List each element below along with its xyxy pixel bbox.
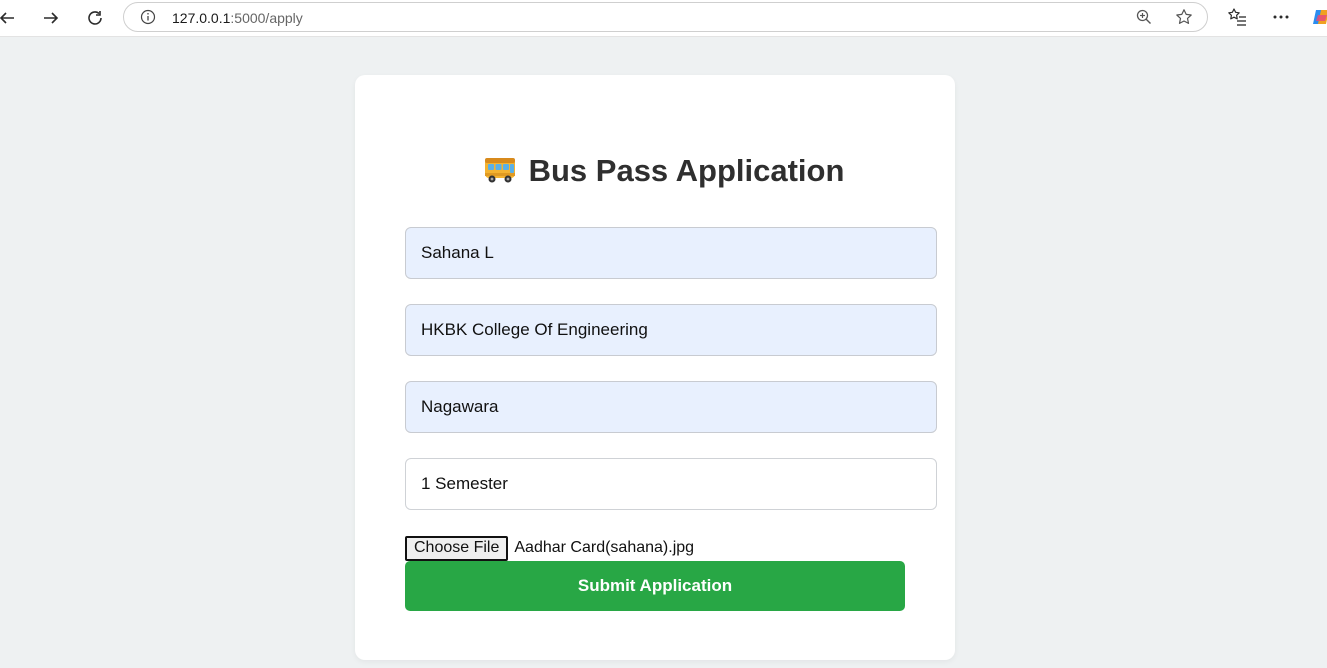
bus-icon	[483, 155, 517, 193]
favorite-button[interactable]	[1175, 8, 1193, 26]
star-icon	[1176, 9, 1192, 24]
back-button[interactable]	[0, 5, 20, 31]
college-input[interactable]	[405, 304, 937, 356]
browser-toolbar: 127.0.0.1:5000/apply	[0, 0, 1327, 37]
copilot-button[interactable]	[1312, 7, 1327, 27]
submit-application-button[interactable]: Submit Application	[405, 561, 905, 611]
choose-file-button[interactable]: Choose File	[405, 535, 509, 561]
more-menu-button[interactable]	[1270, 6, 1292, 28]
semester-input[interactable]	[405, 458, 937, 510]
refresh-button[interactable]	[82, 5, 108, 31]
url-path: :5000/apply	[230, 10, 303, 26]
info-icon[interactable]	[140, 9, 156, 25]
page-title: Bus Pass Application	[0, 153, 1327, 193]
favorites-list-button[interactable]	[1226, 6, 1248, 28]
refresh-icon	[88, 11, 102, 25]
copilot-icon	[1313, 10, 1327, 24]
title-text: Bus Pass Application	[528, 153, 845, 188]
zoom-button[interactable]	[1135, 8, 1153, 26]
url-text[interactable]: 127.0.0.1:5000/apply	[172, 10, 303, 26]
name-input[interactable]	[405, 227, 937, 279]
back-arrow-icon	[0, 12, 14, 24]
selected-file-name: Aadhar Card(sahana).jpg	[514, 539, 695, 556]
stop-input[interactable]	[405, 381, 937, 433]
forward-button[interactable]	[38, 5, 64, 31]
forward-arrow-icon	[44, 12, 59, 24]
favorites-list-icon	[1228, 8, 1246, 26]
url-host: 127.0.0.1	[172, 10, 231, 26]
file-upload: Choose File Aadhar Card(sahana).jpg	[405, 535, 694, 561]
more-dots-icon	[1273, 15, 1289, 19]
zoom-icon	[1136, 9, 1151, 24]
address-bar[interactable]: 127.0.0.1:5000/apply	[123, 2, 1208, 32]
